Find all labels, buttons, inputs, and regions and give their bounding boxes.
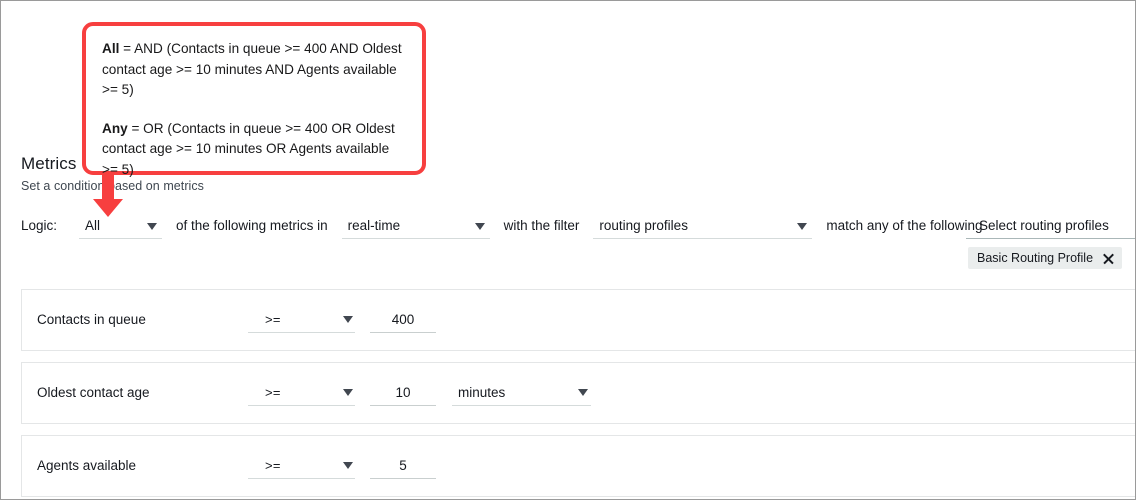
metric-value-input[interactable]: 5 xyxy=(370,454,436,479)
metric-unit-select[interactable]: minutes xyxy=(452,381,591,406)
match-any-label: match any of the following xyxy=(826,214,982,236)
chevron-down-icon xyxy=(797,223,807,230)
callout-paragraph-any: Any = OR (Contacts in queue >= 400 OR Ol… xyxy=(102,119,406,181)
callout-all-text: = AND (Contacts in queue >= 400 AND Olde… xyxy=(102,41,402,97)
metric-operator-value: >= xyxy=(265,456,281,476)
metric-operator-value: >= xyxy=(265,383,281,403)
routing-profiles-field: Select routing profiles Basic Routing Pr… xyxy=(966,214,1136,269)
metric-value-input[interactable]: 400 xyxy=(370,308,436,333)
logic-select-value: All xyxy=(85,216,100,236)
metric-unit-value: minutes xyxy=(458,383,505,403)
with-the-filter-label: with the filter xyxy=(504,214,580,236)
chevron-down-icon xyxy=(343,389,353,396)
routing-profile-chip: Basic Routing Profile xyxy=(968,247,1122,269)
metric-operator-select[interactable]: >= xyxy=(248,454,355,479)
metric-value-input[interactable]: 10 xyxy=(370,381,436,406)
metric-row: Contacts in queue >= 400 xyxy=(21,289,1136,351)
close-icon[interactable] xyxy=(1102,252,1115,265)
chevron-down-icon xyxy=(475,223,485,230)
metric-operator-select[interactable]: >= xyxy=(248,308,355,333)
logic-row: Logic: All of the following metrics in r… xyxy=(21,214,982,244)
chevron-down-icon xyxy=(147,223,157,230)
annotation-callout: All = AND (Contacts in queue >= 400 AND … xyxy=(82,22,426,175)
metric-operator-select[interactable]: >= xyxy=(248,381,355,406)
logic-select[interactable]: All xyxy=(79,214,162,239)
callout-all-keyword: All xyxy=(102,41,119,56)
chevron-down-icon xyxy=(578,389,588,396)
logic-label: Logic: xyxy=(21,214,57,236)
callout-any-keyword: Any xyxy=(102,121,128,136)
routing-profiles-input[interactable]: Select routing profiles xyxy=(966,214,1136,239)
metrics-condition-panel: Metrics Set a condition based on metrics… xyxy=(0,0,1136,500)
timeframe-select-value: real-time xyxy=(348,216,401,236)
metric-operator-value: >= xyxy=(265,310,281,330)
routing-profiles-chip-list: Basic Routing Profile xyxy=(966,247,1136,269)
metric-value-text: 400 xyxy=(392,310,415,330)
chevron-down-icon xyxy=(343,462,353,469)
metric-name-label: Agents available xyxy=(37,456,136,476)
timeframe-select[interactable]: real-time xyxy=(342,214,490,239)
metric-name-label: Contacts in queue xyxy=(37,310,146,330)
metric-row: Agents available >= 5 xyxy=(21,435,1136,497)
metric-row: Oldest contact age >= 10 minutes xyxy=(21,362,1136,424)
callout-paragraph-all: All = AND (Contacts in queue >= 400 AND … xyxy=(102,39,406,101)
callout-any-text: = OR (Contacts in queue >= 400 OR Oldest… xyxy=(102,121,395,177)
metric-name-label: Oldest contact age xyxy=(37,383,150,403)
metric-value-text: 5 xyxy=(399,456,407,476)
routing-profile-chip-label: Basic Routing Profile xyxy=(977,248,1093,268)
chevron-down-icon xyxy=(343,316,353,323)
metric-value-text: 10 xyxy=(395,383,410,403)
filter-type-select[interactable]: routing profiles xyxy=(593,214,812,239)
filter-type-select-value: routing profiles xyxy=(599,216,688,236)
of-following-metrics-label: of the following metrics in xyxy=(176,214,328,236)
